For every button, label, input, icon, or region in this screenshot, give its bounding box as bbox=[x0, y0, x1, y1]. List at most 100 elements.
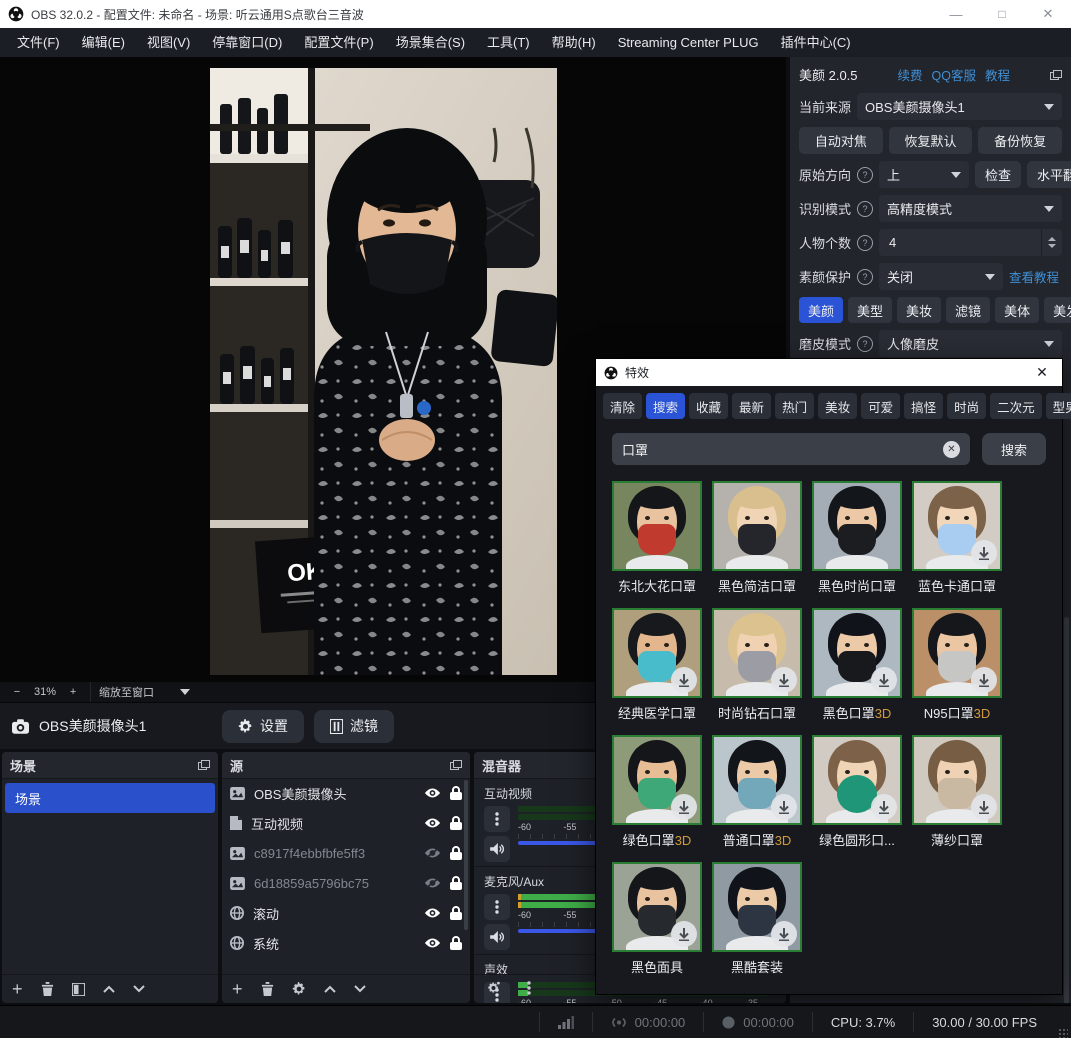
download-icon[interactable] bbox=[771, 794, 797, 820]
help-icon[interactable] bbox=[857, 201, 873, 217]
close-icon[interactable]: ✕ bbox=[1030, 364, 1054, 381]
flip-horizontal-button[interactable]: 水平翻转 bbox=[1027, 161, 1071, 188]
scene-properties-icon[interactable] bbox=[72, 983, 85, 996]
orientation-select[interactable]: 上 bbox=[879, 161, 969, 188]
effects-search-input[interactable]: 口罩 ✕ bbox=[612, 433, 970, 465]
effect-thumbnail[interactable] bbox=[812, 735, 902, 825]
close-button[interactable]: ✕ bbox=[1025, 0, 1071, 28]
beauty-scrollbar[interactable] bbox=[1064, 617, 1069, 1003]
menu-item[interactable]: 帮助(H) bbox=[541, 28, 607, 57]
channel-menu-button[interactable] bbox=[484, 894, 510, 920]
download-icon[interactable] bbox=[971, 540, 997, 566]
clear-search-icon[interactable]: ✕ bbox=[943, 441, 960, 458]
effects-category-tab[interactable]: 型男 bbox=[1046, 393, 1071, 419]
beauty-link[interactable]: QQ客服 bbox=[932, 65, 976, 84]
filters-button[interactable]: 滤镜 bbox=[314, 710, 394, 743]
effect-item[interactable]: 东北大花口罩 bbox=[610, 481, 704, 595]
effect-thumbnail[interactable] bbox=[912, 481, 1002, 571]
effects-category-tab[interactable]: 收藏 bbox=[689, 393, 728, 419]
source-list-item[interactable]: 滚动 bbox=[222, 898, 470, 928]
effect-thumbnail[interactable] bbox=[612, 735, 702, 825]
effects-category-tab[interactable]: 美妆 bbox=[818, 393, 857, 419]
beauty-tab[interactable]: 美型 bbox=[848, 297, 892, 323]
beauty-tab[interactable]: 美体 bbox=[995, 297, 1039, 323]
lock-icon[interactable] bbox=[450, 846, 462, 860]
effects-category-tab[interactable]: 最新 bbox=[732, 393, 771, 419]
download-icon[interactable] bbox=[971, 794, 997, 820]
effect-thumbnail[interactable] bbox=[812, 608, 902, 698]
eye-slash-icon[interactable] bbox=[424, 847, 441, 859]
add-source-button[interactable]: + bbox=[232, 979, 243, 1000]
beauty-tab[interactable]: 美发 bbox=[1044, 297, 1071, 323]
detect-mode-select[interactable]: 高精度模式 bbox=[879, 195, 1062, 222]
speaker-icon[interactable] bbox=[484, 836, 510, 862]
speaker-icon[interactable] bbox=[484, 924, 510, 950]
effect-item[interactable]: 经典医学口罩 bbox=[610, 608, 704, 722]
zoom-fit-dropdown[interactable]: 缩放至窗口 bbox=[90, 682, 198, 702]
check-button[interactable]: 检查 bbox=[975, 161, 1021, 188]
effect-item[interactable]: 普通口罩3D bbox=[710, 735, 804, 849]
popout-icon[interactable] bbox=[1050, 70, 1062, 80]
popout-icon[interactable] bbox=[450, 760, 462, 770]
menu-item[interactable]: 插件中心(C) bbox=[770, 28, 862, 57]
smooth-mode-select[interactable]: 人像磨皮 bbox=[879, 330, 1062, 357]
lock-icon[interactable] bbox=[450, 906, 462, 920]
effect-thumbnail[interactable] bbox=[612, 608, 702, 698]
effect-item[interactable]: 时尚钻石口罩 bbox=[710, 608, 804, 722]
menu-item[interactable]: 工具(T) bbox=[476, 28, 541, 57]
effect-thumbnail[interactable] bbox=[712, 608, 802, 698]
beauty-link[interactable]: 教程 bbox=[985, 65, 1010, 84]
beauty-action-button[interactable]: 恢复默认 bbox=[889, 127, 973, 154]
beauty-action-button[interactable]: 备份恢复 bbox=[978, 127, 1062, 154]
eye-icon[interactable] bbox=[424, 817, 441, 829]
effect-thumbnail[interactable] bbox=[912, 735, 1002, 825]
beauty-tab[interactable]: 美颜 bbox=[799, 297, 843, 323]
menu-item[interactable]: 视图(V) bbox=[136, 28, 201, 57]
advanced-audio-gear-icon[interactable] bbox=[486, 981, 501, 998]
remove-scene-button[interactable] bbox=[41, 982, 54, 996]
maximize-button[interactable]: □ bbox=[979, 0, 1025, 28]
help-icon[interactable] bbox=[857, 167, 873, 183]
eye-icon[interactable] bbox=[424, 907, 441, 919]
help-icon[interactable] bbox=[857, 235, 873, 251]
minimize-button[interactable]: — bbox=[933, 0, 979, 28]
effect-item[interactable]: 黑色面具 bbox=[610, 862, 704, 976]
menu-item[interactable]: Streaming Center PLUG bbox=[607, 28, 770, 57]
source-list-item[interactable]: 互动视频 bbox=[222, 808, 470, 838]
source-list-item[interactable]: 6d18859a5796bc75 bbox=[222, 868, 470, 898]
effect-thumbnail[interactable] bbox=[712, 735, 802, 825]
effect-item[interactable]: 蓝色卡通口罩 bbox=[910, 481, 1004, 595]
menu-item[interactable]: 场景集合(S) bbox=[385, 28, 476, 57]
move-source-up-button[interactable] bbox=[324, 985, 336, 993]
effects-category-tab[interactable]: 可爱 bbox=[861, 393, 900, 419]
effects-category-tab[interactable]: 二次元 bbox=[990, 393, 1042, 419]
search-button[interactable]: 搜索 bbox=[982, 433, 1046, 465]
source-list-item[interactable]: c8917f4ebbfbfe5ff3 bbox=[222, 838, 470, 868]
source-list-item[interactable]: 系统 bbox=[222, 928, 470, 958]
beauty-tab[interactable]: 美妆 bbox=[897, 297, 941, 323]
zoom-in-button[interactable]: + bbox=[66, 686, 80, 698]
download-icon[interactable] bbox=[871, 794, 897, 820]
effects-category-tab[interactable]: 搜索 bbox=[646, 393, 685, 419]
effect-thumbnail[interactable] bbox=[712, 481, 802, 571]
person-count-stepper[interactable]: 4 bbox=[879, 229, 1062, 256]
effect-item[interactable]: 黑酷套装 bbox=[710, 862, 804, 976]
effect-item[interactable]: 黑色时尚口罩 bbox=[810, 481, 904, 595]
protect-select[interactable]: 关闭 bbox=[879, 263, 1003, 290]
effect-item[interactable]: N95口罩3D bbox=[910, 608, 1004, 722]
add-scene-button[interactable]: + bbox=[12, 979, 23, 1000]
effect-thumbnail[interactable] bbox=[712, 862, 802, 952]
stepper-arrows[interactable] bbox=[1041, 229, 1062, 256]
effect-thumbnail[interactable] bbox=[612, 481, 702, 571]
download-icon[interactable] bbox=[671, 921, 697, 947]
lock-icon[interactable] bbox=[450, 816, 462, 830]
menu-item[interactable]: 文件(F) bbox=[6, 28, 71, 57]
effect-item[interactable]: 薄纱口罩 bbox=[910, 735, 1004, 849]
eye-icon[interactable] bbox=[424, 937, 441, 949]
effects-category-tab[interactable]: 时尚 bbox=[947, 393, 986, 419]
menu-item[interactable]: 配置文件(P) bbox=[293, 28, 384, 57]
download-icon[interactable] bbox=[971, 667, 997, 693]
download-icon[interactable] bbox=[871, 667, 897, 693]
help-icon[interactable] bbox=[857, 336, 873, 352]
mixer-menu-button[interactable] bbox=[527, 981, 531, 998]
